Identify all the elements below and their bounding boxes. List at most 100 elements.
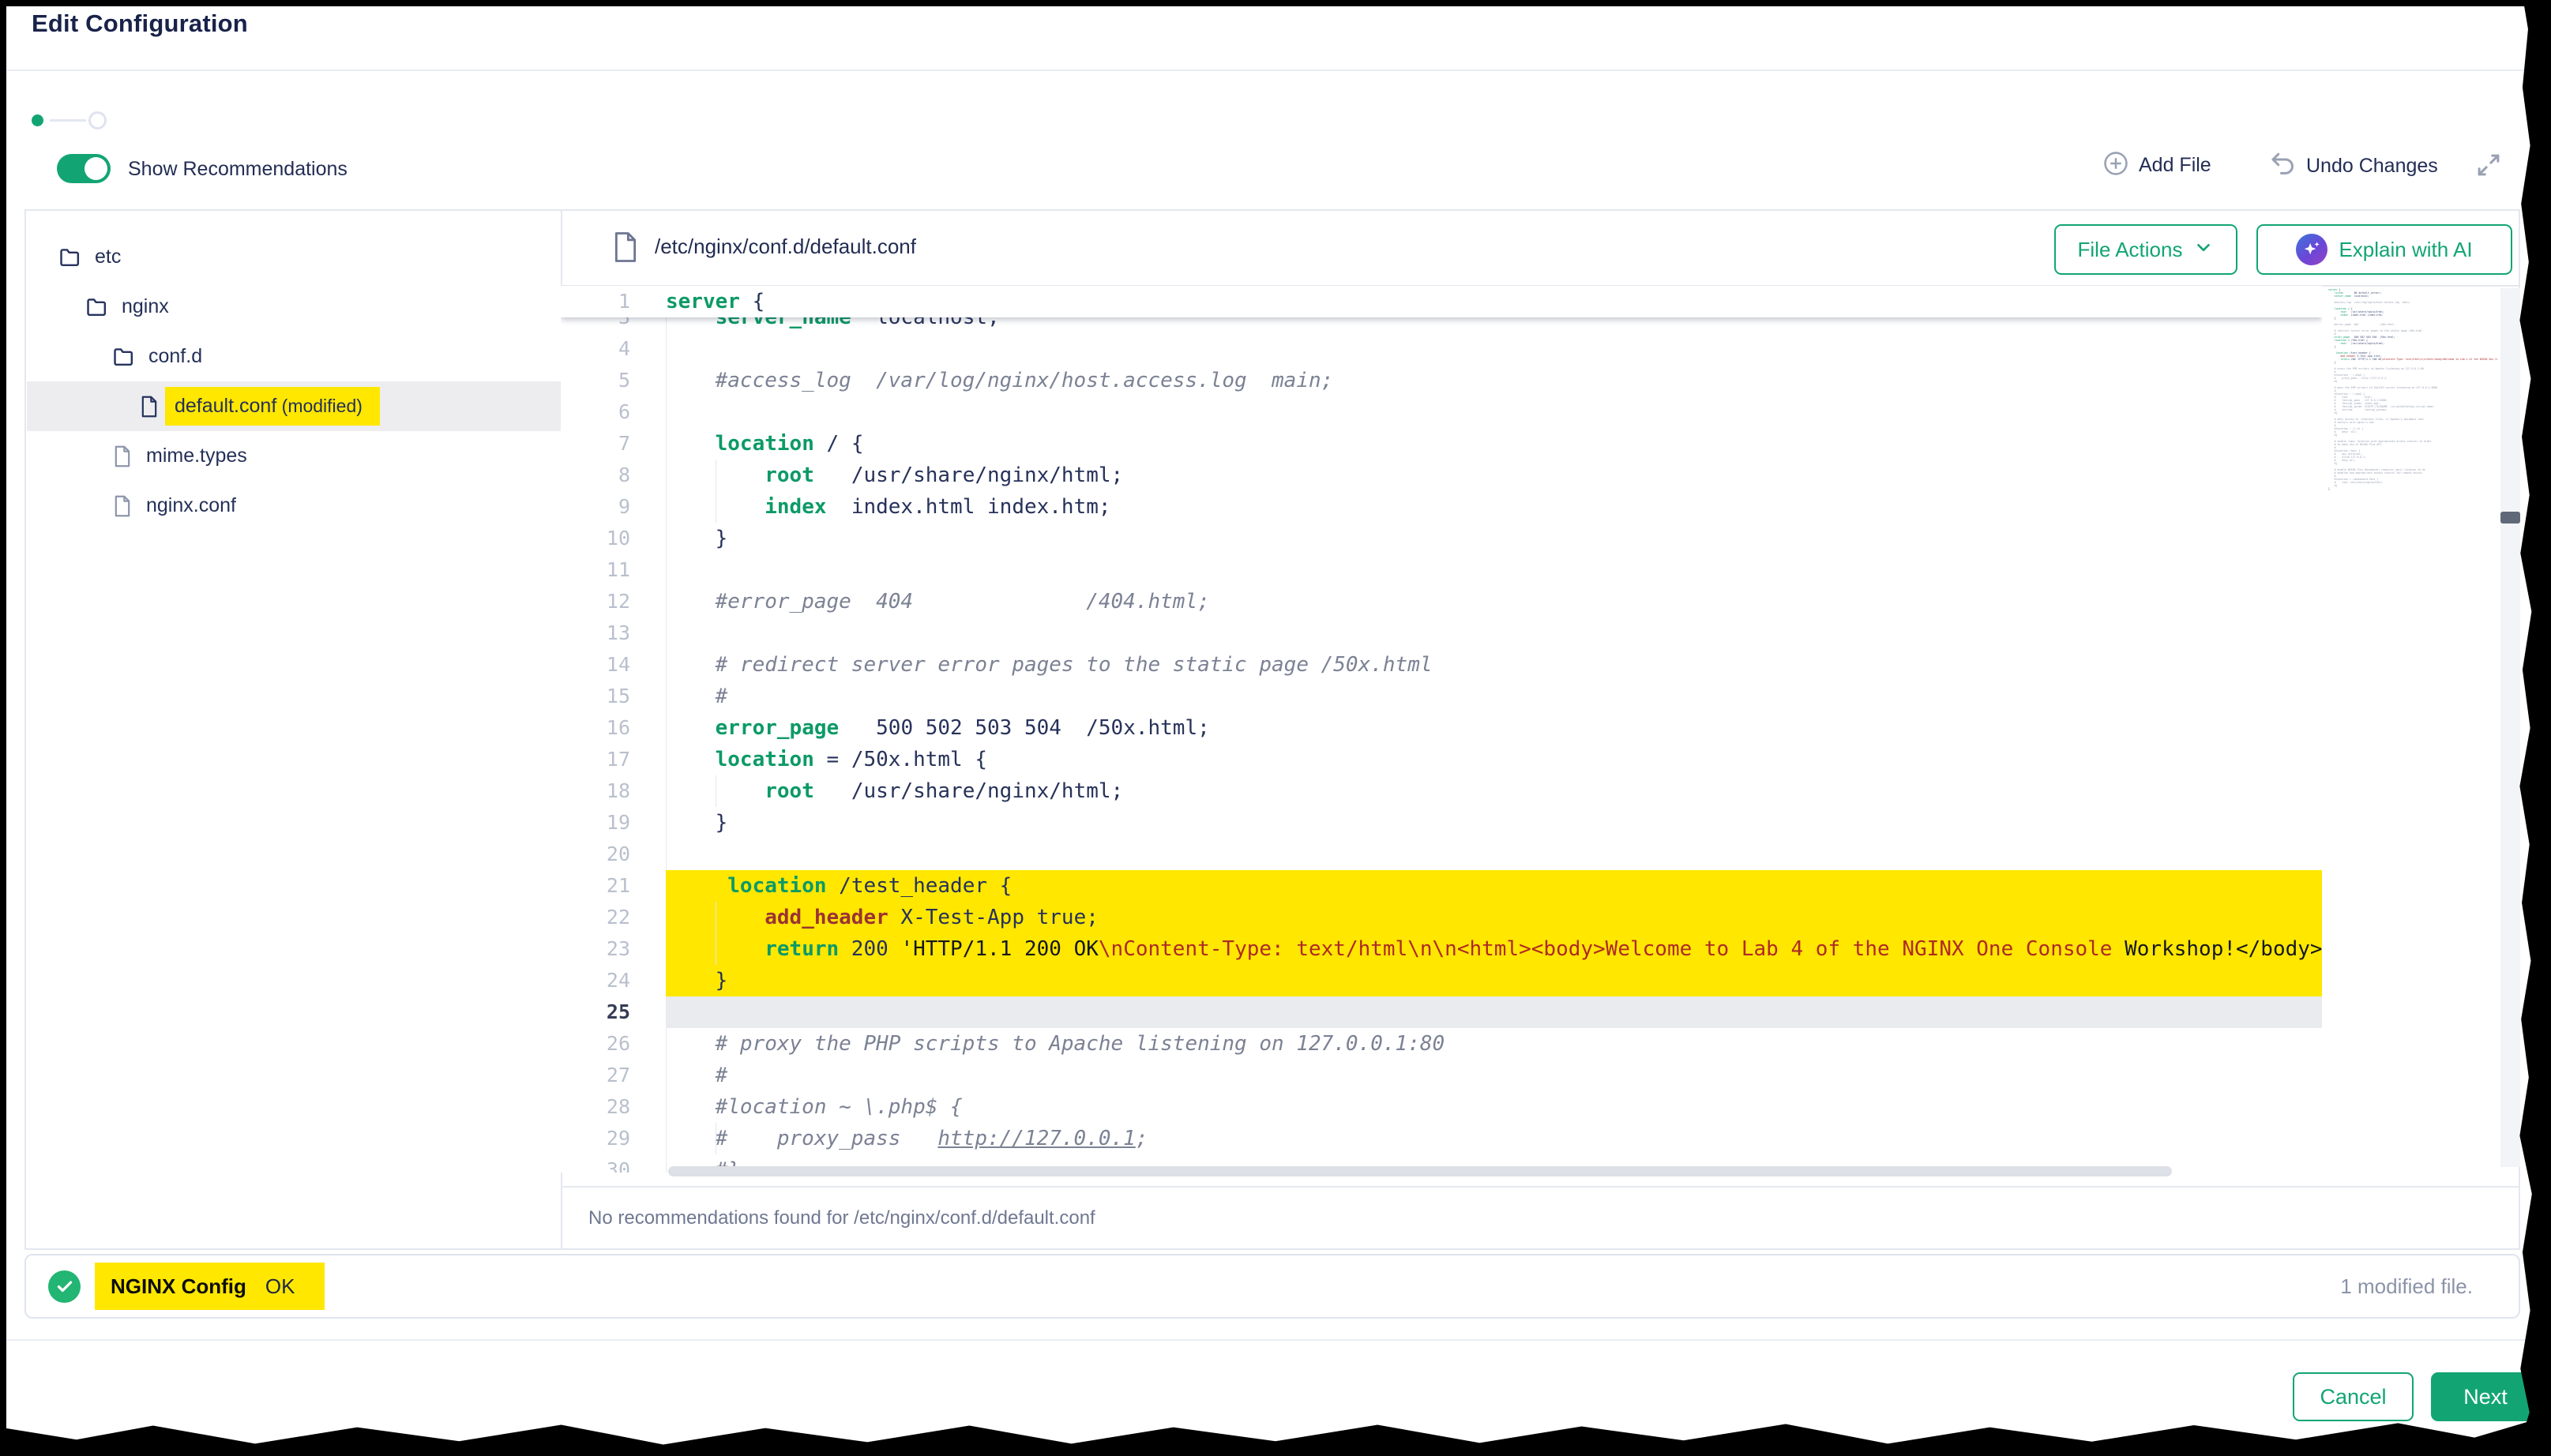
line-number: 22 (561, 902, 666, 933)
code-line-11[interactable]: 11 (561, 554, 2322, 586)
line-content (666, 396, 2322, 428)
sticky-line-1[interactable]: 1 server { (561, 286, 2322, 317)
code-line-5[interactable]: 5 #access_log /var/log/nginx/host.access… (561, 365, 2322, 396)
editor-minimap[interactable]: server { listen 80 default_server; serve… (2328, 288, 2497, 517)
undo-changes-button[interactable]: Undo Changes (2268, 150, 2438, 182)
stepper-step-1-active (32, 114, 43, 126)
code-line-26[interactable]: 26 # proxy the PHP scripts to Apache lis… (561, 1028, 2322, 1060)
status-label: NGINX Config (111, 1274, 246, 1299)
code-line-14[interactable]: 14 # redirect server error pages to the … (561, 649, 2322, 681)
code-line-21[interactable]: 21 location /test_header { (561, 870, 2322, 902)
line-content: server { (666, 286, 2322, 317)
edit-configuration-dialog: Edit Configuration Show Recommendations … (0, 0, 2551, 1456)
folder-icon (58, 245, 82, 269)
header-divider (0, 69, 2551, 71)
code-line-16[interactable]: 16 error_page 500 502 503 504 /50x.html; (561, 712, 2322, 744)
tree-item-mime-types[interactable]: mime.types (27, 431, 645, 481)
code-line-8[interactable]: 8 root /usr/share/nginx/html; (561, 460, 2322, 491)
line-content (666, 554, 2322, 586)
chevron-down-icon (2193, 237, 2214, 263)
vertical-scrollbar-thumb[interactable] (2500, 512, 2520, 523)
line-content: # proxy_pass http://127.0.0.1; (666, 1123, 2322, 1154)
folder-icon (111, 344, 136, 369)
line-content (666, 333, 2322, 365)
line-number: 16 (561, 712, 666, 744)
vertical-scrollbar-track[interactable] (2500, 288, 2520, 1167)
ai-sparkle-icon (2296, 234, 2327, 265)
code-line-15[interactable]: 15 # (561, 681, 2322, 712)
code-line-13[interactable]: 13 (561, 617, 2322, 649)
line-content: error_page 500 502 503 504 /50x.html; (666, 712, 2322, 744)
modified-badge: (modified) (276, 396, 363, 416)
toggle-knob (85, 157, 107, 180)
page-title: Edit Configuration (32, 9, 248, 38)
add-file-button[interactable]: Add File (2102, 150, 2211, 181)
file-actions-label: File Actions (2078, 238, 2183, 262)
code-line-19[interactable]: 19 } (561, 807, 2322, 839)
code-line-4[interactable]: 4 (561, 333, 2322, 365)
tree-item-conf-d[interactable]: conf.d (27, 332, 645, 381)
cancel-button[interactable]: Cancel (2293, 1372, 2414, 1421)
code-line-23[interactable]: 23 return 200 'HTTP/1.1 200 OK\nContent-… (561, 933, 2322, 965)
recommendations-note-bar: No recommendations found for /etc/nginx/… (562, 1186, 2519, 1248)
file-actions-button[interactable]: File Actions (2054, 224, 2237, 275)
line-number: 25 (561, 996, 666, 1028)
code-line-6[interactable]: 6 (561, 396, 2322, 428)
tree-item-label: etc (95, 246, 121, 268)
plus-circle-icon (2102, 150, 2129, 181)
status-chip: NGINX Config OK (95, 1263, 325, 1310)
line-number: 19 (561, 807, 666, 839)
code-line-22[interactable]: 22 add_header X-Test-App true; (561, 902, 2322, 933)
code-line-25[interactable]: 25 (561, 996, 2322, 1028)
line-content: root /usr/share/nginx/html; (666, 775, 2322, 807)
expand-dialog-icon[interactable] (2474, 150, 2504, 184)
line-content: index index.html index.htm; (666, 491, 2322, 523)
code-line-24[interactable]: 24 } (561, 965, 2322, 996)
recommendations-note: No recommendations found for /etc/nginx/… (588, 1207, 1095, 1229)
show-recommendations-toggle[interactable] (57, 154, 111, 183)
code-line-10[interactable]: 10 } (561, 523, 2322, 554)
line-content: # (666, 1060, 2322, 1091)
line-number: 20 (561, 839, 666, 870)
code-line-28[interactable]: 28 #location ~ \.php$ { (561, 1091, 2322, 1123)
torn-edge-left (0, 0, 6, 1456)
line-content (666, 617, 2322, 649)
file-icon (138, 394, 160, 419)
stepper-step-2 (88, 111, 107, 129)
line-content: location = /50x.html { (666, 744, 2322, 775)
undo-icon (2268, 150, 2297, 182)
file-path: /etc/nginx/conf.d/default.conf (655, 235, 916, 259)
line-content: #access_log /var/log/nginx/host.access.l… (666, 365, 2322, 396)
line-number: 15 (561, 681, 666, 712)
code-line-18[interactable]: 18 root /usr/share/nginx/html; (561, 775, 2322, 807)
code-line-17[interactable]: 17 location = /50x.html { (561, 744, 2322, 775)
horizontal-scrollbar-thumb[interactable] (668, 1166, 2172, 1176)
explain-with-ai-button[interactable]: Explain with AI (2256, 224, 2512, 275)
line-number: 12 (561, 586, 666, 617)
code-editor[interactable]: 3 server_name localhost;45 #access_log /… (561, 286, 2322, 1173)
tree-item-nginx[interactable]: nginx (27, 282, 618, 332)
status-value: OK (265, 1274, 295, 1299)
code-line-29[interactable]: 29 # proxy_pass http://127.0.0.1; (561, 1123, 2322, 1154)
line-number: 4 (561, 333, 666, 365)
nginx-config-status-bar: NGINX Config OK 1 modified file. (24, 1254, 2520, 1319)
code-line-27[interactable]: 27 # (561, 1060, 2322, 1091)
line-number: 23 (561, 933, 666, 965)
modified-files-note: 1 modified file. (2340, 1274, 2473, 1299)
code-line-12[interactable]: 12 #error_page 404 /404.html; (561, 586, 2322, 617)
line-content: # redirect server error pages to the sta… (666, 649, 2322, 681)
line-content: return 200 'HTTP/1.1 200 OK\nContent-Typ… (666, 933, 2322, 965)
tree-item-label: mime.types (146, 445, 247, 467)
line-number: 8 (561, 460, 666, 491)
code-line-9[interactable]: 9 index index.html index.htm; (561, 491, 2322, 523)
code-line-20[interactable]: 20 (561, 839, 2322, 870)
line-content: location /test_header { (666, 870, 2322, 902)
line-number: 5 (561, 365, 666, 396)
line-number: 11 (561, 554, 666, 586)
tree-item-nginx-conf[interactable]: nginx.conf (27, 481, 645, 531)
line-content: } (666, 807, 2322, 839)
tree-item-etc[interactable]: etc (27, 232, 592, 282)
code-line-7[interactable]: 7 location / { (561, 428, 2322, 460)
file-icon (610, 230, 641, 268)
line-content: } (666, 965, 2322, 996)
